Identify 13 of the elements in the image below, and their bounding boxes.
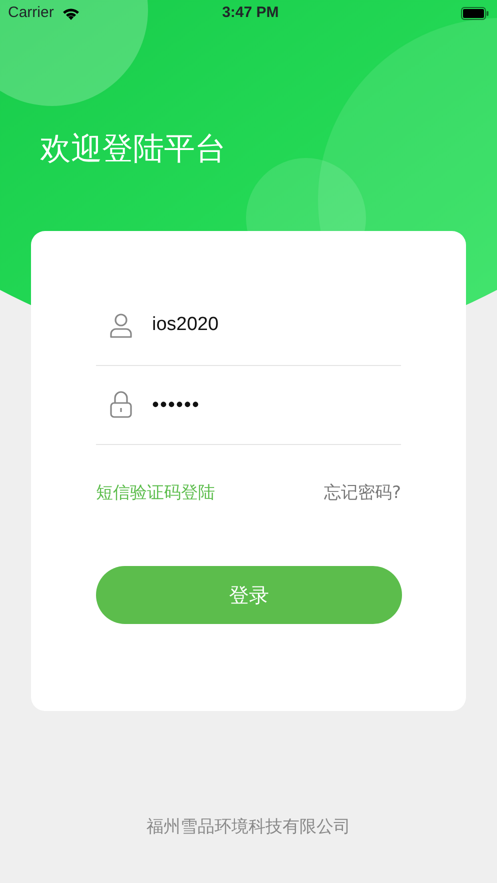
battery-icon: [461, 6, 489, 20]
forgot-password-link[interactable]: 忘记密码?: [324, 480, 401, 506]
password-field[interactable]: ••••••: [152, 390, 372, 420]
username-field[interactable]: ios2020: [152, 311, 372, 340]
clock-time: 3:47 PM: [222, 4, 279, 21]
company-name: 福州雪品环境科技有限公司: [146, 816, 350, 836]
user-icon: [110, 313, 132, 338]
lock-icon: [110, 391, 132, 418]
welcome-title: 欢迎登陆平台: [40, 130, 227, 169]
wifi-icon: [62, 6, 80, 20]
sms-login-link[interactable]: 短信验证码登陆: [96, 480, 215, 506]
carrier-label: Carrier: [8, 2, 54, 23]
login-button[interactable]: 登录: [96, 566, 402, 624]
